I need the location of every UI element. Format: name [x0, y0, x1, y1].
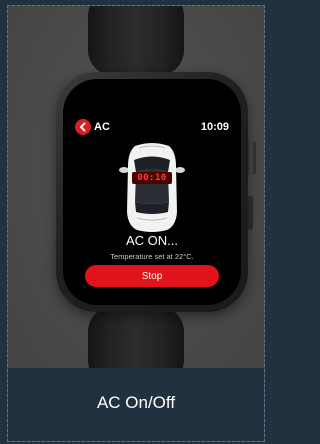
feature-card: AC 10:09 00:10 AC ON... Temperature set … [7, 5, 265, 442]
watch-screen: AC 10:09 00:10 AC ON... Temperature set … [63, 79, 241, 305]
car-icon [119, 143, 185, 232]
app-title: AC [94, 121, 110, 133]
temperature-readout: 00:10 [132, 172, 172, 184]
watch-photo: AC 10:09 00:10 AC ON... Temperature set … [8, 6, 264, 386]
feature-caption: AC On/Off [96, 393, 176, 412]
temperature-detail-text: Temperature set at 22°C. [110, 252, 194, 261]
ac-status-text: AC ON... [125, 233, 178, 248]
stop-button[interactable]: Stop [85, 265, 219, 287]
status-bar: AC 10:09 [75, 119, 229, 137]
clock: 10:09 [200, 121, 229, 133]
caption-bar: AC On/Off [8, 368, 264, 441]
side-button [248, 196, 253, 230]
watch-band-top [88, 6, 184, 76]
car-top-view: 00:10 [119, 140, 185, 232]
back-chevron-icon[interactable] [75, 119, 91, 135]
